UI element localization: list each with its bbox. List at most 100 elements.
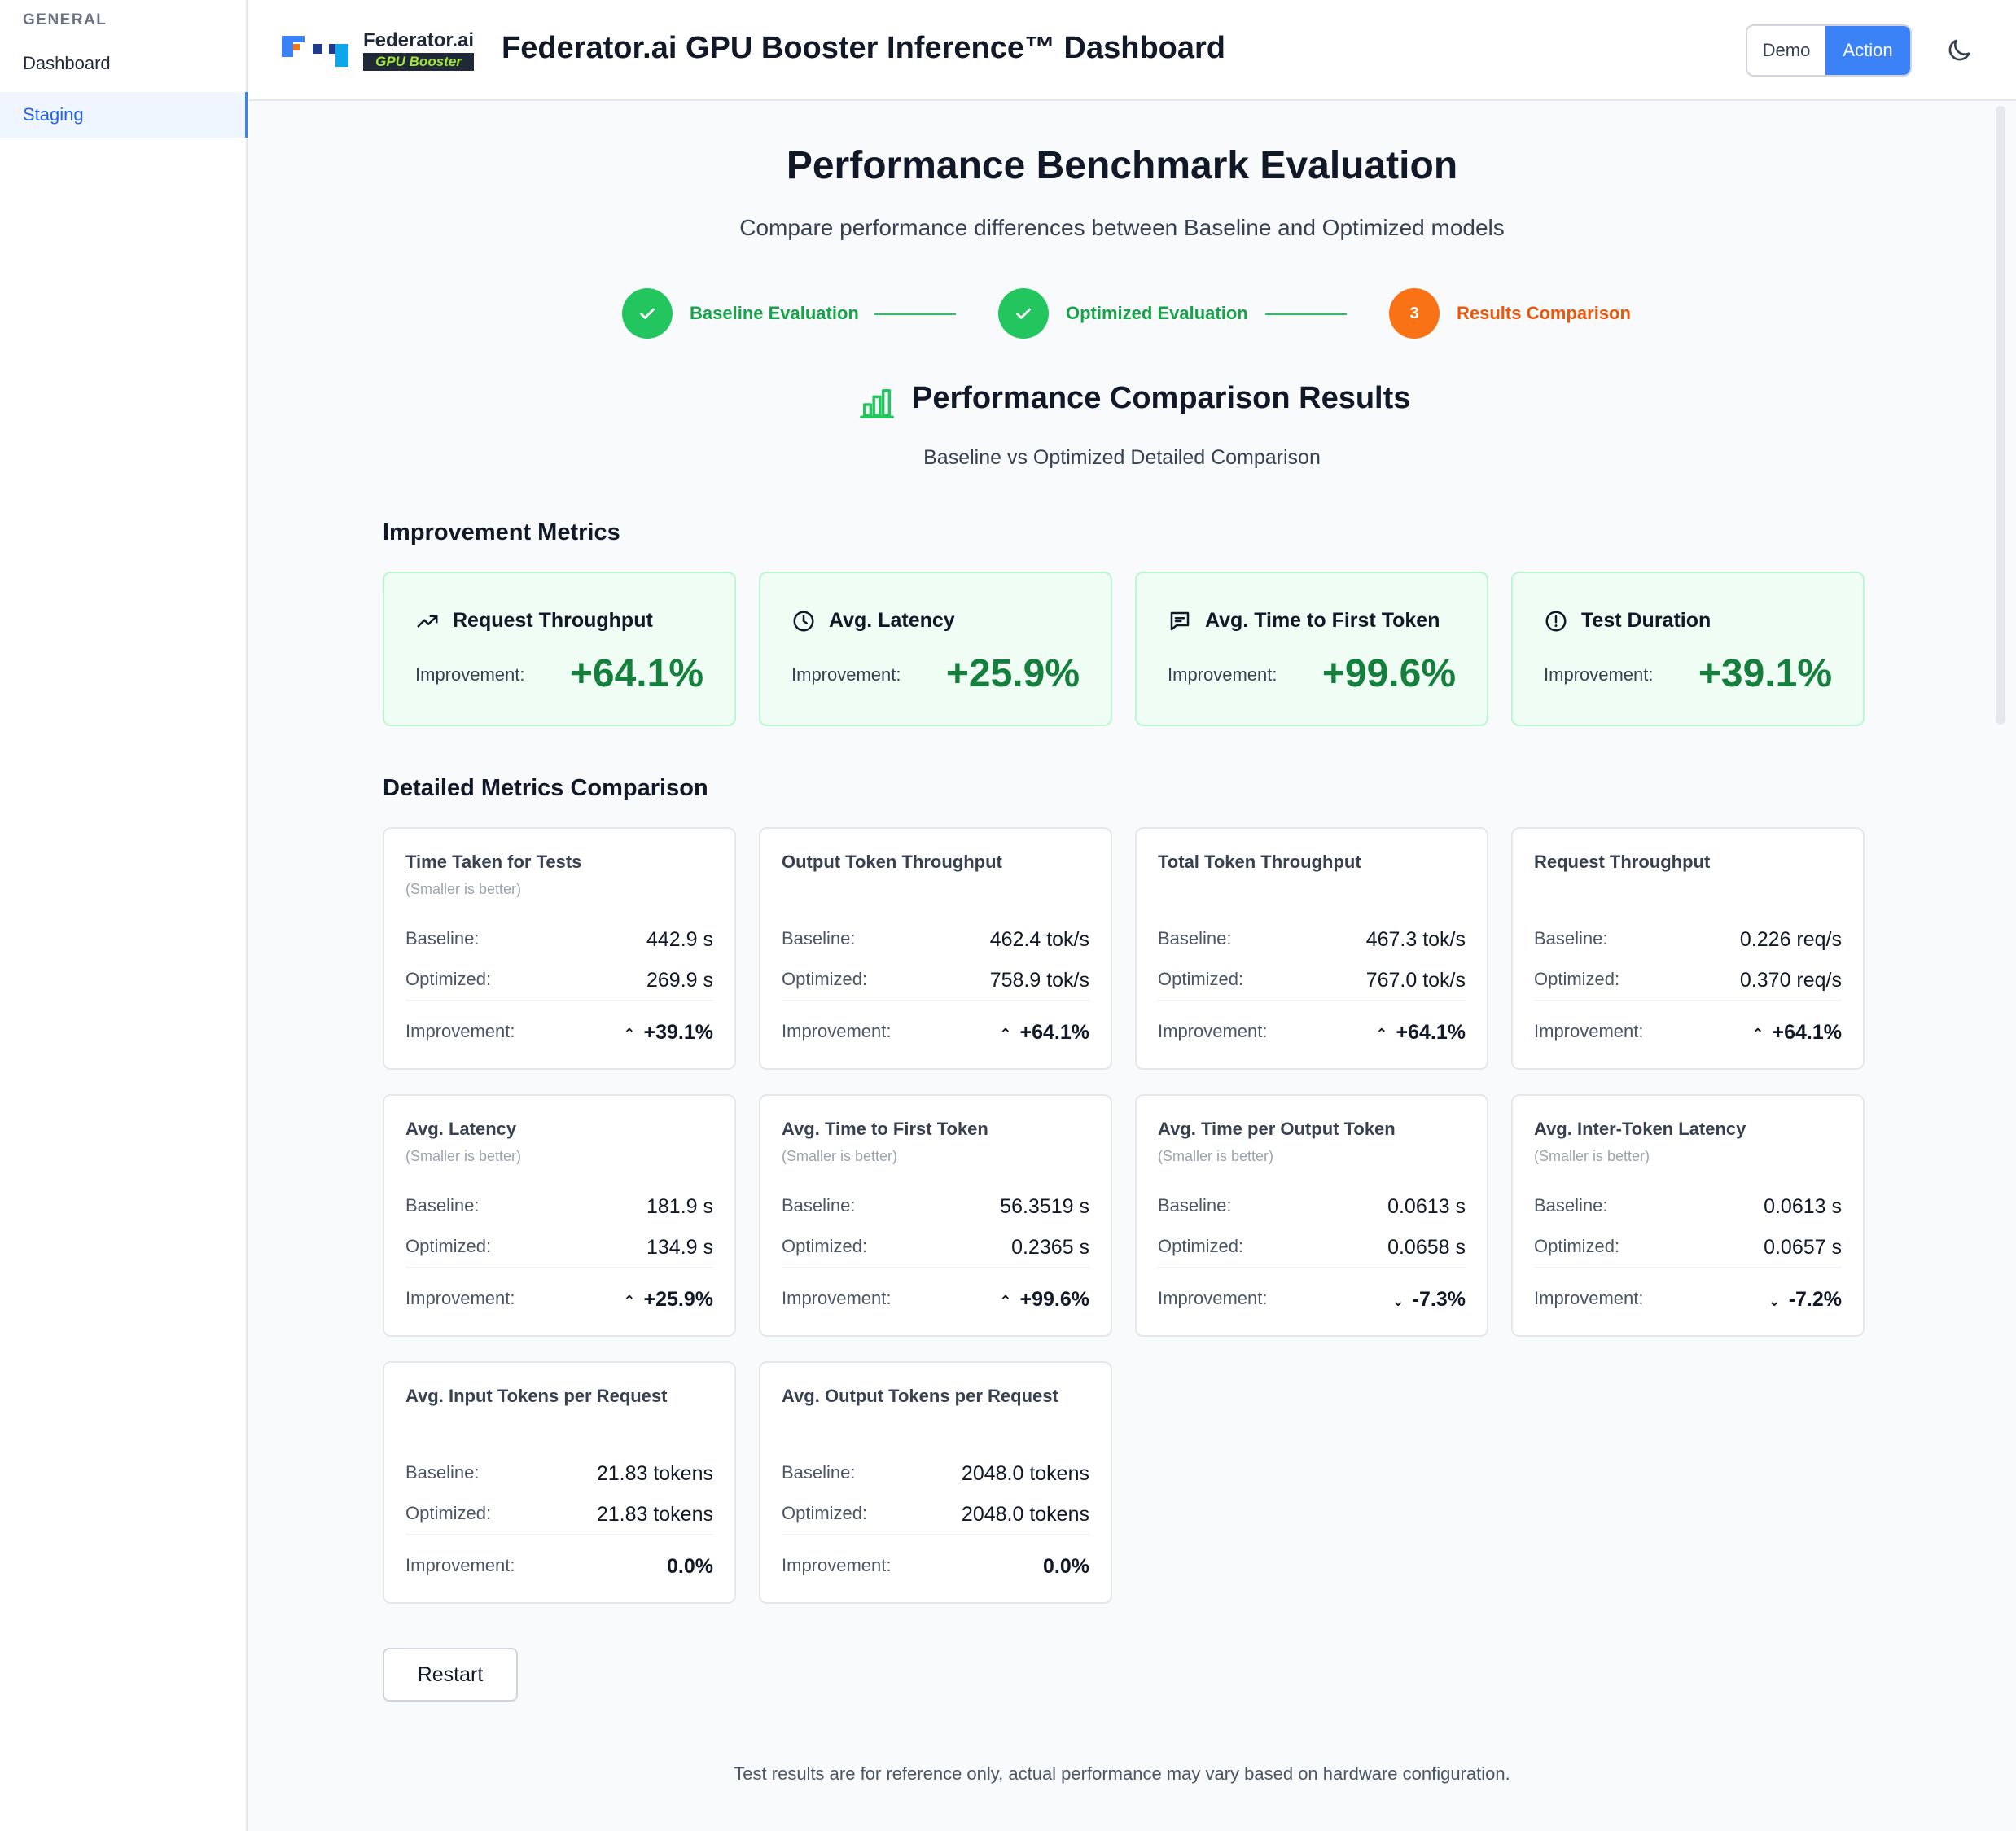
baseline-value: 467.3 tok/s <box>1365 928 1466 951</box>
optimized-value: 0.0658 s <box>1387 1236 1466 1259</box>
logo-mark <box>282 36 293 57</box>
improvement-card: Avg. Latency Improvement: +25.9% <box>759 572 1112 726</box>
improvement-text: +64.1% <box>1019 1021 1090 1044</box>
optimized-value: 758.9 tok/s <box>989 969 1089 992</box>
baseline-value: 442.9 s <box>646 928 713 951</box>
baseline-value: 2048.0 tokens <box>961 1462 1089 1485</box>
step-connector <box>1265 313 1347 315</box>
improvement-metrics-title: Improvement Metrics <box>383 519 620 545</box>
optimized-value: 0.370 req/s <box>1739 969 1842 992</box>
metric-card: Avg. Inter-Token Latency (Smaller is bett… <box>1511 1094 1865 1337</box>
improvement-text: +39.1% <box>643 1021 714 1044</box>
improvement-text: +25.9% <box>643 1288 714 1311</box>
step-connector <box>874 313 956 315</box>
sidebar-item-dashboard[interactable]: Dashboard <box>0 41 248 86</box>
action-button[interactable]: Action <box>1825 26 1910 75</box>
metric-title: Avg. Inter-Token Latency <box>1534 1119 1746 1139</box>
divider <box>1158 1267 1466 1268</box>
improvement-label: Improvement: <box>415 664 525 685</box>
baseline-label: Baseline: <box>1158 928 1232 948</box>
improvement-label: Improvement: <box>1158 1021 1268 1041</box>
step-3-label: Results Comparison <box>1457 303 1631 323</box>
logo[interactable]: Federator.ai GPU Booster <box>282 29 485 72</box>
optimized-value: 0.2365 s <box>1011 1236 1089 1259</box>
optimized-label: Optimized: <box>1158 1236 1244 1256</box>
chevron-up-icon: ⌃ <box>1751 1026 1764 1042</box>
mode-toggle: Demo Action <box>1746 24 1912 77</box>
metric-title: Avg. Time to First Token <box>782 1119 988 1139</box>
step-3-number: 3 <box>1389 288 1440 339</box>
stepper: Baseline Evaluation Optimized Evaluation… <box>249 288 1995 340</box>
metric-title: Request Throughput <box>1534 852 1711 872</box>
metric-note: (Smaller is better) <box>405 1148 522 1164</box>
baseline-label: Baseline: <box>405 1195 480 1216</box>
results-heading: Performance Comparison Results <box>249 378 1995 427</box>
improvement-value: ⌄ -7.3% <box>1392 1288 1466 1312</box>
improvement-label: Improvement: <box>405 1021 515 1041</box>
improvement-label: Improvement: <box>1544 664 1654 685</box>
improvement-text: -7.2% <box>1788 1288 1842 1311</box>
optimized-label: Optimized: <box>405 1503 492 1523</box>
optimized-label: Optimized: <box>1534 1236 1620 1256</box>
metric-note: (Smaller is better) <box>1158 1148 1274 1164</box>
improvement-value: ⌃ +39.1% <box>623 1021 713 1045</box>
improvement-text: -7.3% <box>1412 1288 1466 1311</box>
improvement-title: Avg. Time to First Token <box>1205 609 1440 632</box>
improvement-label: Improvement: <box>1168 664 1278 685</box>
step-2-check-icon <box>998 288 1049 339</box>
metric-note: (Smaller is better) <box>405 881 522 897</box>
baseline-value: 0.0613 s <box>1387 1195 1466 1218</box>
message-icon <box>1170 611 1190 631</box>
improvement-card: Avg. Time to First Token Improvement: +9… <box>1135 572 1488 726</box>
metric-card: Avg. Input Tokens per Request Baseline: 21… <box>383 1361 736 1604</box>
metric-note: (Smaller is better) <box>782 1148 898 1164</box>
improvement-label: Improvement: <box>1158 1288 1268 1308</box>
improvement-value: 0.0% <box>667 1555 713 1579</box>
baseline-label: Baseline: <box>782 1462 856 1483</box>
metric-card: Output Token Throughput Baseline: 462.4 to… <box>759 827 1112 1070</box>
app-title: Federator.ai GPU Booster Inference™ Dash… <box>502 31 1226 65</box>
improvement-card: Test Duration Improvement: +39.1% <box>1511 572 1865 726</box>
optimized-value: 134.9 s <box>646 1236 713 1259</box>
sidebar-item-staging[interactable]: Staging <box>0 92 248 138</box>
clock-icon <box>793 611 814 632</box>
baseline-value: 181.9 s <box>646 1195 713 1218</box>
improvement-label: Improvement: <box>782 1555 892 1575</box>
divider <box>782 1267 1089 1268</box>
improvement-value: ⌃ +64.1% <box>1751 1021 1842 1045</box>
improvement-label: Improvement: <box>791 664 901 685</box>
improvement-value: 0.0% <box>1043 1555 1089 1579</box>
metric-title: Total Token Throughput <box>1158 852 1361 872</box>
optimized-value: 767.0 tok/s <box>1365 969 1466 992</box>
improvement-title: Request Throughput <box>453 609 653 632</box>
improvement-label: Improvement: <box>1534 1288 1644 1308</box>
divider <box>1158 1000 1466 1001</box>
improvement-value: ⌃ +64.1% <box>1375 1021 1466 1045</box>
chevron-up-icon: ⌃ <box>623 1026 636 1042</box>
metric-card: Total Token Throughput Baseline: 467.3 tok… <box>1135 827 1488 1070</box>
trending-up-icon <box>417 615 438 628</box>
improvement-text: +64.1% <box>1396 1021 1466 1044</box>
optimized-label: Optimized: <box>1534 969 1620 989</box>
optimized-label: Optimized: <box>405 969 492 989</box>
improvement-label: Improvement: <box>782 1288 892 1308</box>
demo-button[interactable]: Demo <box>1747 26 1825 75</box>
baseline-label: Baseline: <box>405 928 480 948</box>
restart-button[interactable]: Restart <box>383 1648 518 1702</box>
metric-card: Avg. Latency (Smaller is better) Baseline:… <box>383 1094 736 1337</box>
baseline-label: Baseline: <box>1158 1195 1232 1216</box>
optimized-label: Optimized: <box>1158 969 1244 989</box>
scrollbar-thumb[interactable] <box>1996 106 2005 725</box>
improvement-value: ⌃ +25.9% <box>623 1288 713 1312</box>
baseline-label: Baseline: <box>405 1462 480 1483</box>
divider <box>405 1000 713 1001</box>
footer-note: Test results are for reference only, act… <box>734 1763 1510 1784</box>
moon-icon[interactable] <box>1944 36 1974 65</box>
sidebar-section-general: GENERAL <box>23 11 107 28</box>
metric-title: Avg. Time per Output Token <box>1158 1119 1396 1139</box>
baseline-value: 462.4 tok/s <box>989 928 1089 951</box>
improvement-card: Request Throughput Improvement: +64.1% <box>383 572 736 726</box>
sidebar-item-label: Dashboard <box>23 53 111 73</box>
improvement-value: +64.1% <box>569 652 703 695</box>
optimized-label: Optimized: <box>405 1236 492 1256</box>
